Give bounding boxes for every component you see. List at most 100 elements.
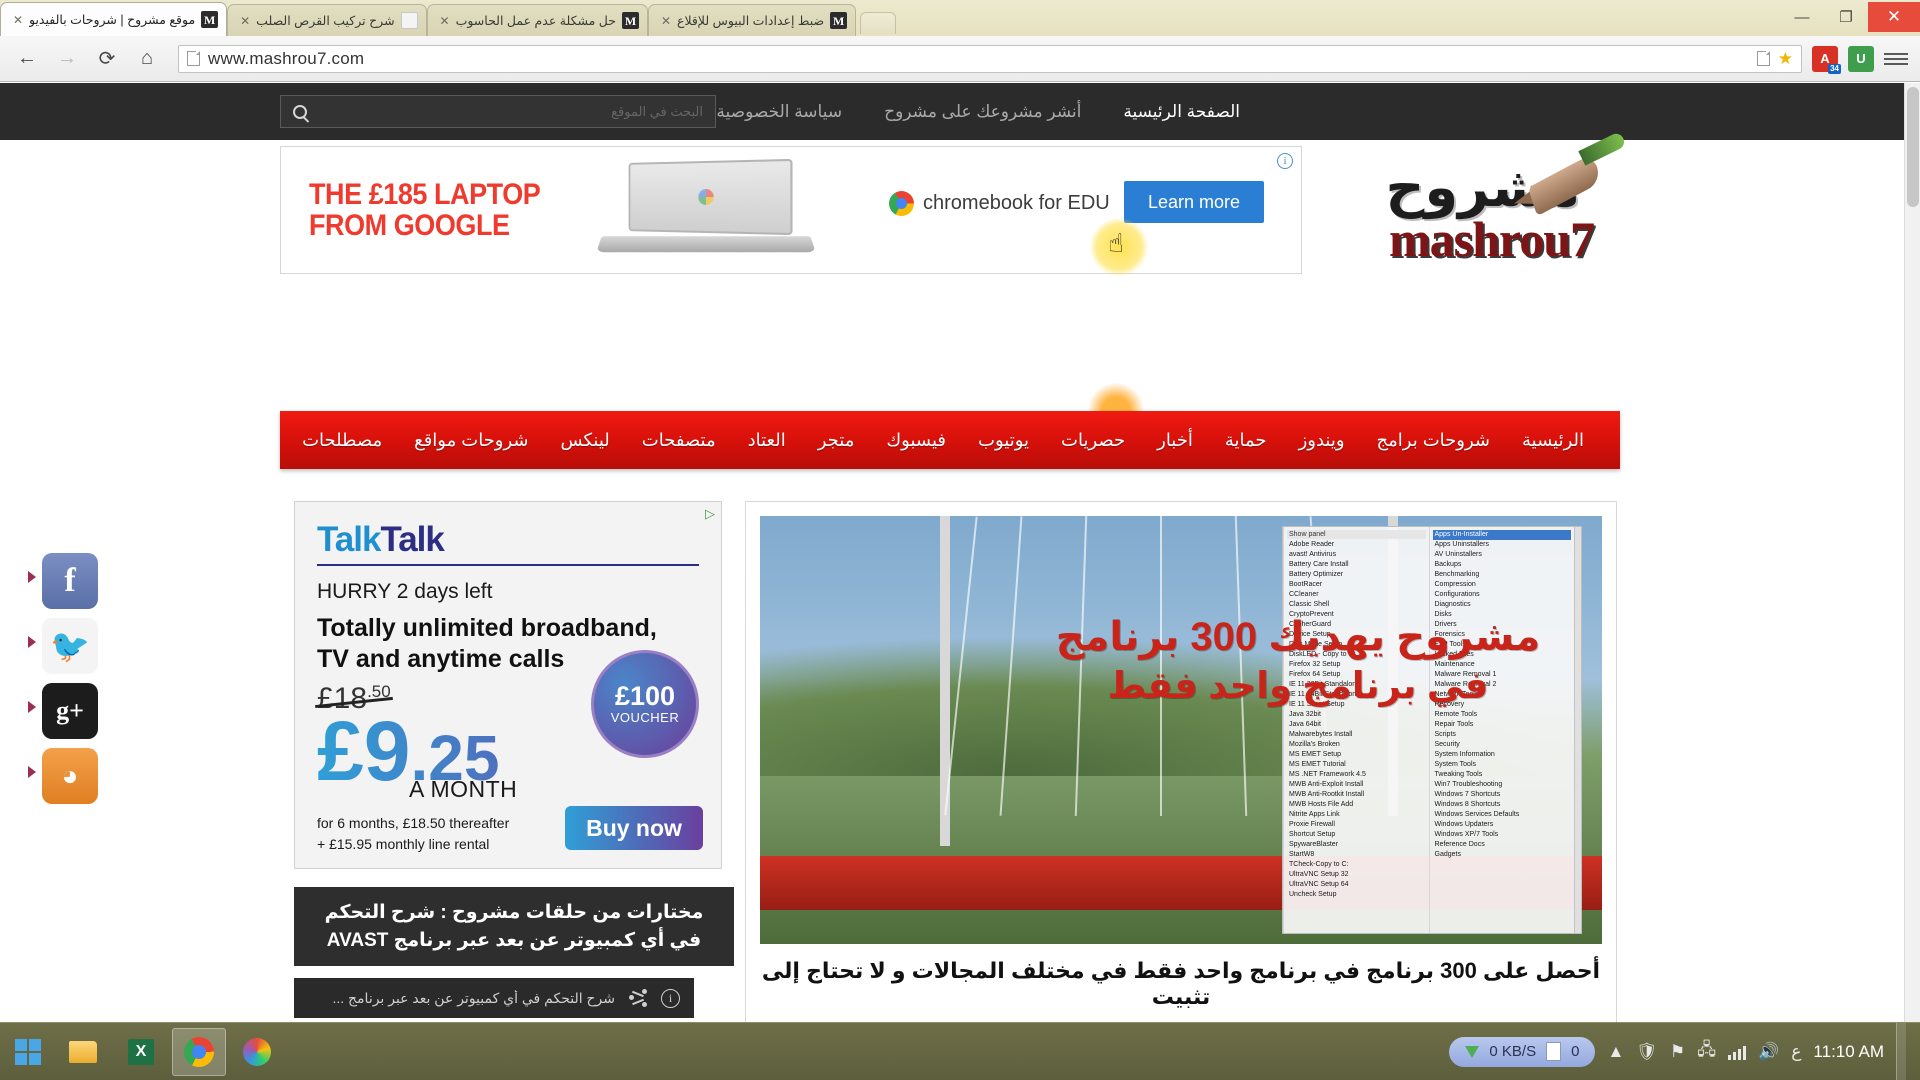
bookmark-star-icon[interactable]: ★ [1778,49,1793,69]
panel-item: Uncheck Setup [1289,891,1337,898]
adblock-badge: 34 [1828,63,1841,74]
voucher-label: VOUCHER [610,710,680,725]
close-window-button[interactable]: ✕ [1868,2,1920,32]
menu-item-facebook[interactable]: فيسبوك [870,430,962,451]
taskbar-clock[interactable]: 11:10 AM [1813,1042,1884,1062]
menu-item-linux[interactable]: لينكس [545,430,626,451]
tab-close-icon[interactable]: ✕ [238,15,250,27]
menu-item-windows[interactable]: ويندوز [1283,430,1361,451]
reload-button[interactable]: ⟳ [92,44,122,74]
panel-scrollbar[interactable] [1574,527,1581,933]
sidebar-promo-banner[interactable]: مختارات من حلقات مشروح : شرح التحكم في أ… [294,887,734,967]
new-tab-button[interactable] [860,12,897,34]
download-arrow-icon [1465,1045,1480,1058]
menu-item-youtube[interactable]: يوتيوب [962,430,1045,451]
voucher-badge: £100 VOUCHER [591,650,699,758]
menu-item-exclusives[interactable]: حصريات [1045,430,1141,451]
adchoices-icon[interactable]: ▷ [705,506,715,522]
chrome-logo-icon [889,191,914,216]
menu-item-browsers[interactable]: متصفحات [626,430,732,451]
browser-tab-2[interactable]: M حل مشكلة عدم عمل الحاسوب ✕ [426,4,649,36]
top-nav-privacy[interactable]: سياسة الخصوصية [716,102,842,122]
panel-item: Java 64bit [1289,721,1321,728]
antivirus-icon[interactable]: 🛡 [1636,1042,1658,1062]
tab-favicon-icon: M [201,11,219,28]
google-ad-headline-line1: THE £185 LAPTOP [309,177,541,211]
menu-item-terms[interactable]: مصطلحات [286,430,398,451]
slide-text-line1: مشروح يهديك 300 برنامج [1055,615,1541,659]
flag-icon[interactable]: ⚑ [1670,1042,1685,1062]
menu-item-software-tutorials[interactable]: شروحات برامج [1361,430,1506,451]
site-logo[interactable]: مشروح mashrou7 [1330,131,1627,274]
panel-item: MS EMET Tutorial [1289,761,1346,768]
talktalk-price-period: A MONTH [409,776,518,803]
sidebar-column: ▷ TalkTalk HURRY 2 days left Totally unl… [294,501,734,1055]
taskbar-paint-tool[interactable] [230,1028,284,1076]
article-slider[interactable]: Show panel Adobe Reader avast! Antivirus … [760,516,1602,944]
start-button[interactable] [4,1028,52,1076]
google-ad-headline-line2: FROM GOOGLE [309,209,510,242]
browser-tab-0[interactable]: M موقع مشروح | شروحات بالفيديو ✕ [0,2,228,36]
window-controls: — ❐ ✕ [1780,0,1920,34]
search-icon[interactable] [293,104,307,119]
site-search-box[interactable]: البحث في الموقع [280,95,716,128]
minimize-button[interactable]: — [1780,4,1824,30]
article-title[interactable]: أحصل على 300 برنامج في برنامج واحد فقط ف… [760,958,1602,1010]
adblock-extension-icon[interactable]: A 34 [1812,45,1841,74]
network-icon[interactable]: 🖧 [1697,1037,1716,1066]
cast-icon[interactable] [1756,51,1770,66]
top-nav-home[interactable]: الصفحة الرئيسية [1123,102,1240,122]
buy-now-button[interactable]: Buy now [565,806,703,850]
volume-icon[interactable]: 🔊 [1758,1042,1779,1062]
tab-close-icon[interactable]: ✕ [659,15,671,27]
talktalk-ad[interactable]: ▷ TalkTalk HURRY 2 days left Totally unl… [294,501,722,869]
chrome-menu-icon[interactable] [1884,52,1908,65]
chromebook-brand: chromebook for EDU [889,191,1110,216]
ad-info-icon[interactable]: i [1277,153,1293,169]
network-speed-widget[interactable]: 0 KB/S 0 [1449,1036,1596,1067]
laptop-image [581,158,831,265]
forward-button[interactable]: → [52,44,82,74]
top-nav-advertise[interactable]: أنشر مشروعك على مشروح [884,102,1081,122]
panel-item: UltraVNC Setup 64 [1289,881,1349,888]
scrollbar-thumb[interactable] [1907,87,1919,207]
show-desktop-button[interactable] [1896,1022,1906,1080]
learn-more-button[interactable]: Learn more [1124,181,1264,223]
back-button[interactable]: ← [12,44,42,74]
panel-item: Windows 7 Shortcuts [1434,791,1501,798]
home-button[interactable]: ⌂ [132,44,162,74]
show-hidden-icons-icon[interactable]: ▲ [1607,1042,1624,1062]
taskbar-chrome[interactable] [172,1027,226,1076]
address-bar[interactable]: www.mashrou7.com ★ [178,44,1802,73]
tab-close-icon[interactable]: ✕ [438,15,450,27]
language-indicator[interactable]: ع [1791,1042,1801,1062]
signal-icon[interactable] [1728,1044,1747,1060]
menu-item-home[interactable]: الرئيسية [1506,430,1600,451]
menu-item-store[interactable]: متجر [802,430,871,451]
share-icon[interactable] [629,989,647,1008]
menu-item-security[interactable]: حماية [1209,430,1283,451]
taskbar-file-explorer[interactable] [56,1028,110,1076]
google-banner-ad[interactable]: THE £185 LAPTOP FROM GOOGLE chromebook f… [280,146,1302,274]
menu-item-news[interactable]: أخبار [1141,430,1209,451]
panel-item: Compression [1434,581,1476,588]
divider [317,564,699,566]
menu-item-website-tutorials[interactable]: شروحات مواقع [398,430,544,451]
site-main-menu: الرئيسية شروحات برامج ويندوز حماية أخبار… [280,411,1620,469]
taskbar-excel[interactable]: X [114,1028,168,1076]
tab-title: موقع مشروح | شروحات بالفيديو [29,13,196,27]
browser-tab-1[interactable]: شرح تركيب القرص الصلب ✕ [227,4,427,36]
menu-item-hardware[interactable]: العتاد [732,430,802,451]
tab-close-icon[interactable]: ✕ [11,14,23,26]
panel-item: Battery Care Install [1289,561,1349,568]
info-icon[interactable]: i [661,988,680,1008]
maximize-button[interactable]: ❐ [1824,4,1868,30]
page-scrollbar[interactable] [1904,83,1920,1055]
panel-item: Reference Docs [1434,841,1485,848]
tab-title: شرح تركيب القرص الصلب [256,14,395,28]
browser-tab-3[interactable]: M ضبط إعدادات البيوس للإقلاع ✕ [648,4,857,36]
panel-item: BootRacer [1289,581,1323,588]
shield-letter: U [1856,51,1866,66]
shield-extension-icon[interactable]: U [1848,45,1874,72]
page-info-icon[interactable] [187,51,200,66]
